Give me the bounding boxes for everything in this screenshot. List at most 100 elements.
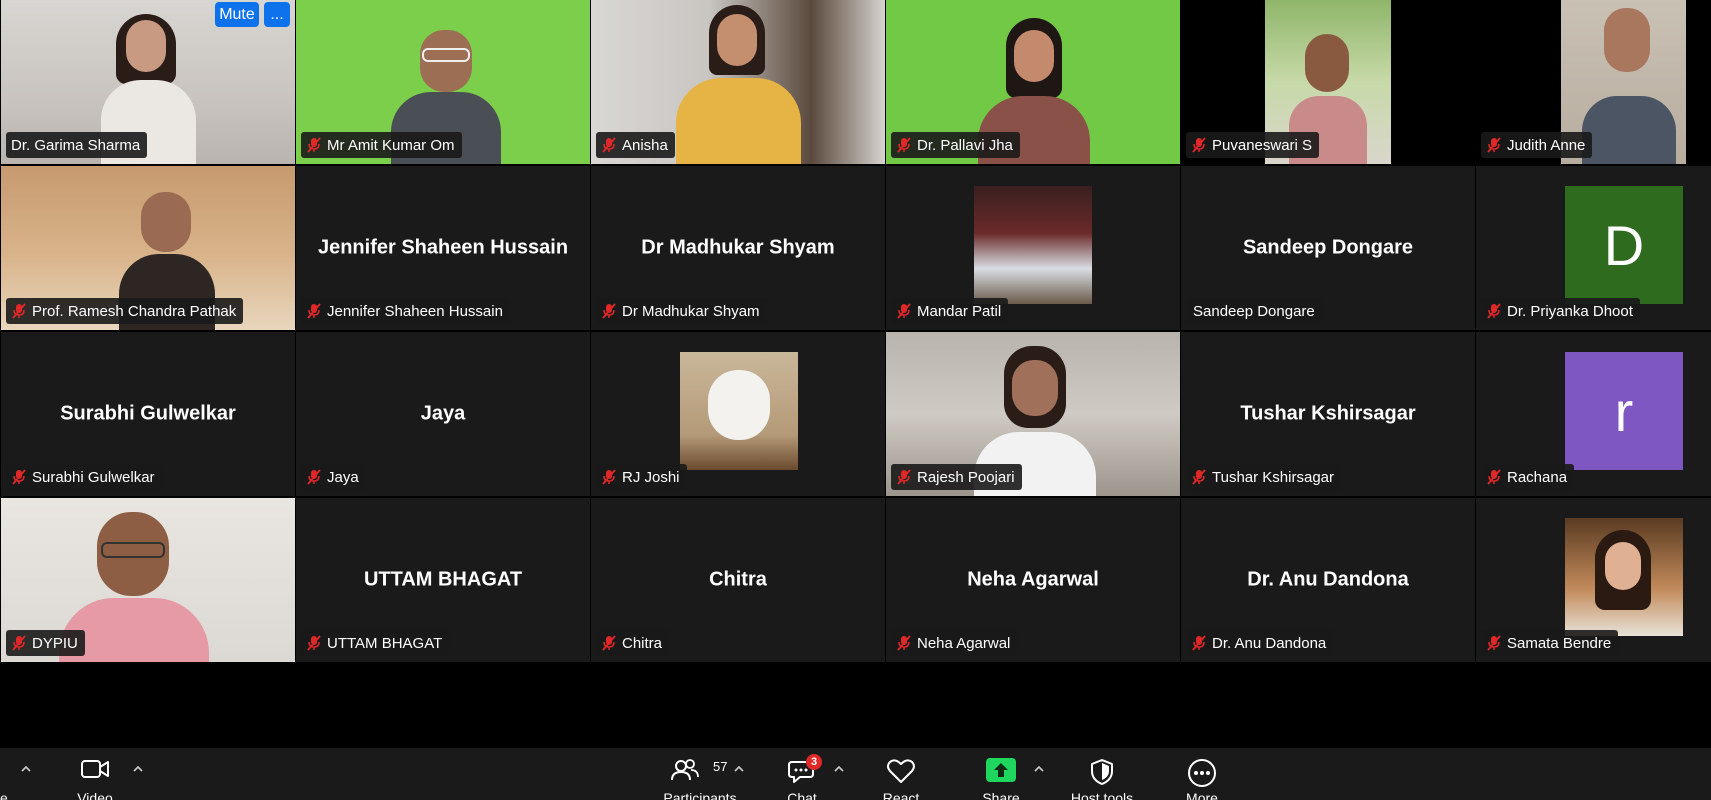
participant-name-tag: Dr. Anu Dandona — [1186, 630, 1334, 656]
chat-button[interactable]: 3 Chat — [772, 748, 832, 800]
participant-name-tag: RJ Joshi — [596, 464, 687, 490]
participant-name-tag: Anisha — [596, 132, 675, 158]
more-button[interactable]: More — [1172, 748, 1232, 800]
participant-name-tag: Jaya — [301, 464, 366, 490]
video-tile[interactable]: Anisha — [591, 0, 885, 164]
participant-name-tag: Neha Agarwal — [891, 630, 1018, 656]
video-tile[interactable]: Chitra Chitra — [591, 498, 885, 662]
mic-muted-icon — [897, 303, 911, 319]
video-tile[interactable]: RJ Joshi — [591, 332, 885, 496]
participant-name: Tushar Kshirsagar — [1212, 468, 1334, 486]
participant-display-name: Dr. Anu Dandona — [1247, 568, 1409, 591]
participant-name: Rachana — [1507, 468, 1568, 486]
chat-options-caret-icon[interactable] — [832, 762, 846, 776]
participant-name: Mr Amit Kumar Om — [327, 136, 455, 154]
mic-muted-icon — [897, 469, 911, 485]
glasses-icon — [101, 542, 165, 558]
video-options-caret-icon[interactable] — [131, 762, 145, 776]
audio-button[interactable]: e — [0, 748, 14, 800]
participant-display-name: Jennifer Shaheen Hussain — [317, 236, 569, 259]
participant-name-tag: Rajesh Poojari — [891, 464, 1022, 490]
video-tile[interactable]: Tushar Kshirsagar Tushar Kshirsagar — [1181, 332, 1475, 496]
video-tile[interactable]: Mr Amit Kumar Om — [296, 0, 590, 164]
video-camera-icon — [81, 760, 109, 778]
participant-face — [1014, 30, 1054, 82]
video-tile[interactable]: Judith Anne — [1476, 0, 1711, 164]
video-tile[interactable]: Rajesh Poojari — [886, 332, 1180, 496]
mic-muted-icon — [602, 469, 616, 485]
video-button[interactable]: Video — [68, 748, 122, 800]
mic-muted-icon — [897, 137, 911, 153]
mic-muted-icon — [602, 635, 616, 651]
participant-name: Puvaneswari S — [1212, 136, 1313, 154]
video-tile[interactable]: Dr. Anu Dandona Dr. Anu Dandona — [1181, 498, 1475, 662]
video-tile[interactable]: Neha Agarwal Neha Agarwal — [886, 498, 1180, 662]
participant-name-tag: Mr Amit Kumar Om — [301, 132, 462, 158]
participant-face — [717, 14, 757, 66]
participant-name-tag: Samata Bendre — [1481, 630, 1619, 656]
participant-name-tag: Chitra — [596, 630, 670, 656]
participant-name-tag: DYPIU — [6, 630, 85, 656]
video-tile[interactable]: D Dr. Priyanka Dhoot — [1476, 166, 1711, 330]
mute-participant-button[interactable]: Mute — [215, 2, 259, 27]
participant-name-tag: UTTAM BHAGAT — [301, 630, 450, 656]
video-tile[interactable]: Jennifer Shaheen Hussain Jennifer Shahee… — [296, 166, 590, 330]
video-tile[interactable]: Puvaneswari S — [1181, 0, 1475, 164]
participant-display-name: Neha Agarwal — [967, 568, 1099, 591]
participant-name-tag: Tushar Kshirsagar — [1186, 464, 1341, 490]
host-tools-button[interactable]: Host tools — [1062, 748, 1142, 800]
video-tile[interactable]: Surabhi Gulwelkar Surabhi Gulwelkar — [1, 332, 295, 496]
participant-name: Dr. Priyanka Dhoot — [1507, 302, 1633, 320]
video-tile[interactable]: Sandeep Dongare Sandeep Dongare — [1181, 166, 1475, 330]
share-screen-button[interactable]: Share — [972, 748, 1030, 800]
participant-name-tag: Jennifer Shaheen Hussain — [301, 298, 510, 324]
participant-name: UTTAM BHAGAT — [327, 634, 443, 652]
participant-name: Samata Bendre — [1507, 634, 1612, 652]
participant-face — [1605, 542, 1641, 590]
audio-options-caret-icon[interactable] — [19, 762, 33, 776]
chat-unread-badge: 3 — [806, 754, 822, 770]
video-tile[interactable]: r Rachana — [1476, 332, 1711, 496]
bear-illustration — [708, 370, 770, 440]
video-tile[interactable]: Mandar Patil — [886, 166, 1180, 330]
mic-muted-icon — [307, 635, 321, 651]
participant-face — [141, 192, 191, 252]
video-tile[interactable]: Mute ... Dr. Garima Sharma — [1, 0, 295, 164]
mic-muted-icon — [1192, 469, 1206, 485]
mic-muted-icon — [602, 137, 616, 153]
participant-body — [676, 78, 801, 164]
mic-muted-icon — [1487, 303, 1501, 319]
mic-muted-icon — [897, 635, 911, 651]
participant-name: Rajesh Poojari — [917, 468, 1015, 486]
video-tile[interactable]: Prof. Ramesh Chandra Pathak — [1, 166, 295, 330]
heart-icon — [887, 759, 915, 783]
participant-name: Dr. Pallavi Jha — [917, 136, 1013, 154]
mic-muted-icon — [1192, 137, 1206, 153]
video-tile[interactable]: Dr Madhukar Shyam Dr Madhukar Shyam — [591, 166, 885, 330]
participant-display-name: UTTAM BHAGAT — [363, 568, 523, 591]
participant-face — [1604, 8, 1650, 72]
participant-name: Dr. Anu Dandona — [1212, 634, 1327, 652]
video-tile[interactable]: Jaya Jaya — [296, 332, 590, 496]
video-tile[interactable]: DYPIU — [1, 498, 295, 662]
share-options-caret-icon[interactable] — [1032, 762, 1046, 776]
video-tile-active-speaker[interactable]: Dr. Pallavi Jha — [886, 0, 1180, 164]
participant-display-name: Sandeep Dongare — [1242, 236, 1414, 259]
participants-icon — [671, 759, 699, 781]
react-button[interactable]: React — [872, 748, 930, 800]
participants-options-caret-icon[interactable] — [732, 762, 746, 776]
video-tile[interactable]: Samata Bendre — [1476, 498, 1711, 662]
participant-name: DYPIU — [32, 634, 78, 652]
video-tile[interactable]: UTTAM BHAGAT UTTAM BHAGAT — [296, 498, 590, 662]
participant-more-button[interactable]: ... — [264, 2, 290, 27]
gallery-view: Mute ... Dr. Garima Sharma Mr Amit Kumar… — [0, 0, 1711, 662]
participants-label: Participants — [663, 790, 737, 800]
participant-name-tag: Dr. Garima Sharma — [6, 132, 148, 158]
chat-label: Chat — [787, 790, 817, 800]
participant-display-name: Surabhi Gulwelkar — [60, 402, 236, 425]
participant-name: Dr. Garima Sharma — [11, 136, 141, 154]
participant-name: Dr Madhukar Shyam — [622, 302, 760, 320]
participant-name: Anisha — [622, 136, 668, 154]
share-screen-icon — [986, 758, 1016, 782]
mic-muted-icon — [602, 303, 616, 319]
